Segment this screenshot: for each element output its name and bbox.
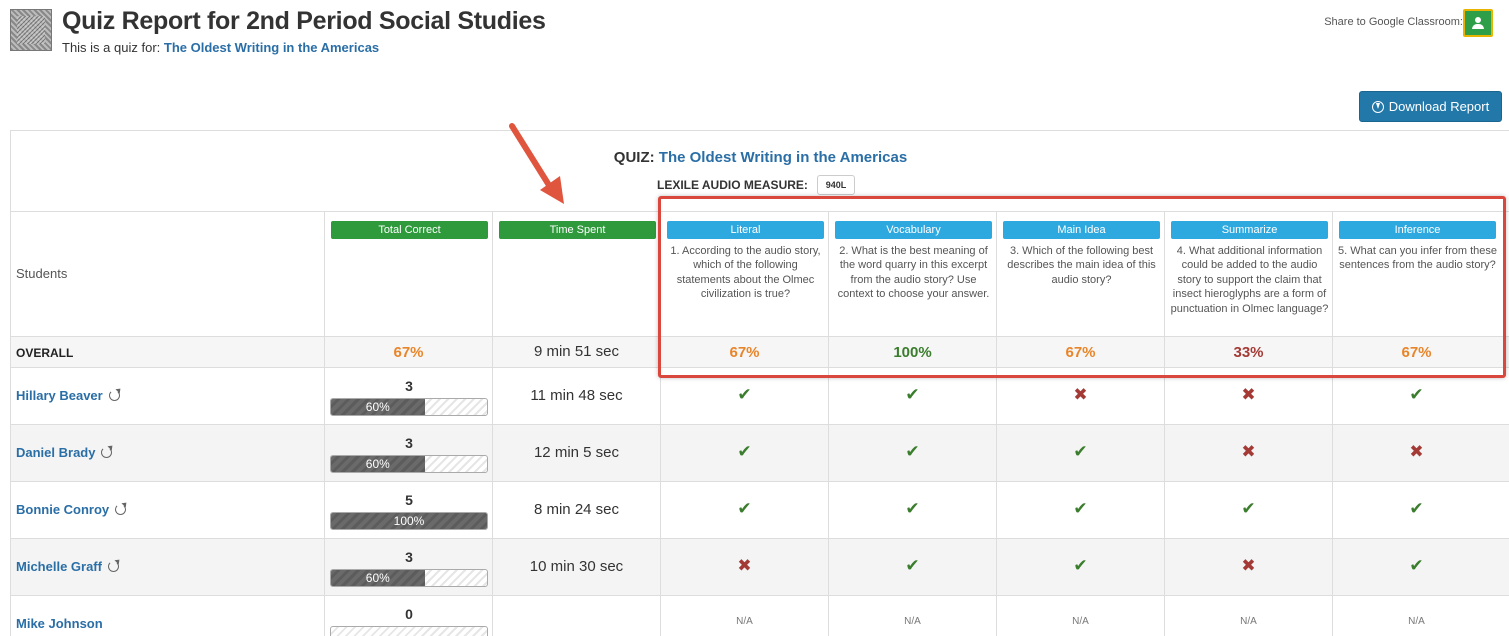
cross-icon: ✖ (1409, 442, 1424, 461)
score-progress-fill: 60% (331, 399, 425, 415)
google-classroom-button[interactable] (1463, 9, 1493, 37)
check-icon: ✔ (905, 499, 920, 518)
cross-icon: ✖ (1241, 385, 1256, 404)
download-icon (1371, 100, 1384, 113)
student-score: 3 (405, 435, 413, 451)
student-name-link[interactable]: Bonnie Conroy (16, 502, 127, 517)
score-progress-bar: 60% (330, 398, 488, 416)
check-icon: ✔ (1073, 556, 1088, 575)
quiz-title-link[interactable]: The Oldest Writing in the Americas (659, 149, 907, 166)
student-score: 0 (405, 606, 413, 622)
student-score: 5 (405, 492, 413, 508)
result-na: N/A (1072, 616, 1089, 627)
check-icon: ✔ (737, 385, 752, 404)
overall-label: OVERALL (16, 346, 74, 360)
check-icon: ✔ (905, 556, 920, 575)
check-icon: ✔ (1409, 556, 1424, 575)
result-na: N/A (736, 616, 753, 627)
retake-icon[interactable] (115, 504, 127, 515)
highlight-box (658, 196, 1506, 378)
score-progress-bar: 60% (330, 569, 488, 587)
time-spent-header[interactable]: Time Spent (499, 221, 656, 239)
check-icon: ✔ (1409, 499, 1424, 518)
cross-icon: ✖ (1073, 385, 1088, 404)
student-name-link[interactable]: Hillary Beaver (16, 388, 120, 403)
check-icon: ✔ (737, 499, 752, 518)
student-time-spent: 11 min 48 sec (530, 387, 623, 404)
score-progress-fill: 60% (331, 456, 425, 472)
check-icon: ✔ (1073, 442, 1088, 461)
download-report-label: Download Report (1388, 99, 1490, 114)
student-score: 3 (405, 549, 413, 565)
student-name-link[interactable]: Mike Johnson (16, 616, 103, 631)
result-na: N/A (1408, 616, 1425, 627)
app-logo (10, 9, 52, 51)
retake-icon[interactable] (108, 390, 120, 401)
score-progress-bar: 60% (330, 455, 488, 473)
score-progress-fill: 60% (331, 570, 425, 586)
check-icon: ✔ (905, 442, 920, 461)
page-title: Quiz Report for 2nd Period Social Studie… (62, 7, 546, 35)
result-na: N/A (1240, 616, 1257, 627)
retake-icon[interactable] (101, 447, 113, 458)
retake-icon[interactable] (107, 561, 119, 572)
total-correct-header[interactable]: Total Correct (331, 221, 488, 239)
score-progress-bar: 100% (330, 512, 488, 530)
student-name-link[interactable]: Daniel Brady (16, 445, 113, 460)
overall-time-spent: 9 min 51 sec (533, 343, 620, 360)
check-icon: ✔ (737, 442, 752, 461)
lexile-label: LEXILE AUDIO MEASURE: (657, 178, 808, 192)
page-subtitle: This is a quiz for: The Oldest Writing i… (62, 40, 379, 55)
check-icon: ✔ (905, 385, 920, 404)
overall-total-correct: 67% (393, 344, 424, 361)
student-name-link[interactable]: Michelle Graff (16, 559, 119, 574)
subtitle-prefix: This is a quiz for: (62, 40, 161, 55)
students-column-header: Students (16, 266, 68, 281)
student-time-spent: 8 min 24 sec (533, 501, 620, 518)
annotation-arrow-icon (509, 123, 564, 204)
google-classroom-icon (1475, 17, 1481, 23)
download-report-button[interactable]: Download Report (1359, 91, 1502, 122)
result-na: N/A (904, 616, 921, 627)
cross-icon: ✖ (1241, 556, 1256, 575)
story-link[interactable]: The Oldest Writing in the Americas (164, 40, 379, 55)
lexile-badge: 940L (817, 175, 855, 195)
check-icon: ✔ (1409, 385, 1424, 404)
check-icon: ✔ (1241, 499, 1256, 518)
quiz-label: QUIZ: (613, 149, 655, 166)
score-progress-fill: 100% (331, 513, 487, 529)
cross-icon: ✖ (737, 556, 752, 575)
cross-icon: ✖ (1241, 442, 1256, 461)
check-icon: ✔ (1073, 499, 1088, 518)
score-progress-bar (330, 626, 488, 636)
student-time-spent: 10 min 30 sec (529, 558, 624, 575)
student-score: 3 (405, 378, 413, 394)
share-label: Share to Google Classroom: (1324, 16, 1463, 28)
quiz-heading: QUIZ: The Oldest Writing in the Americas (11, 149, 1509, 166)
student-time-spent: 12 min 5 sec (533, 444, 620, 461)
